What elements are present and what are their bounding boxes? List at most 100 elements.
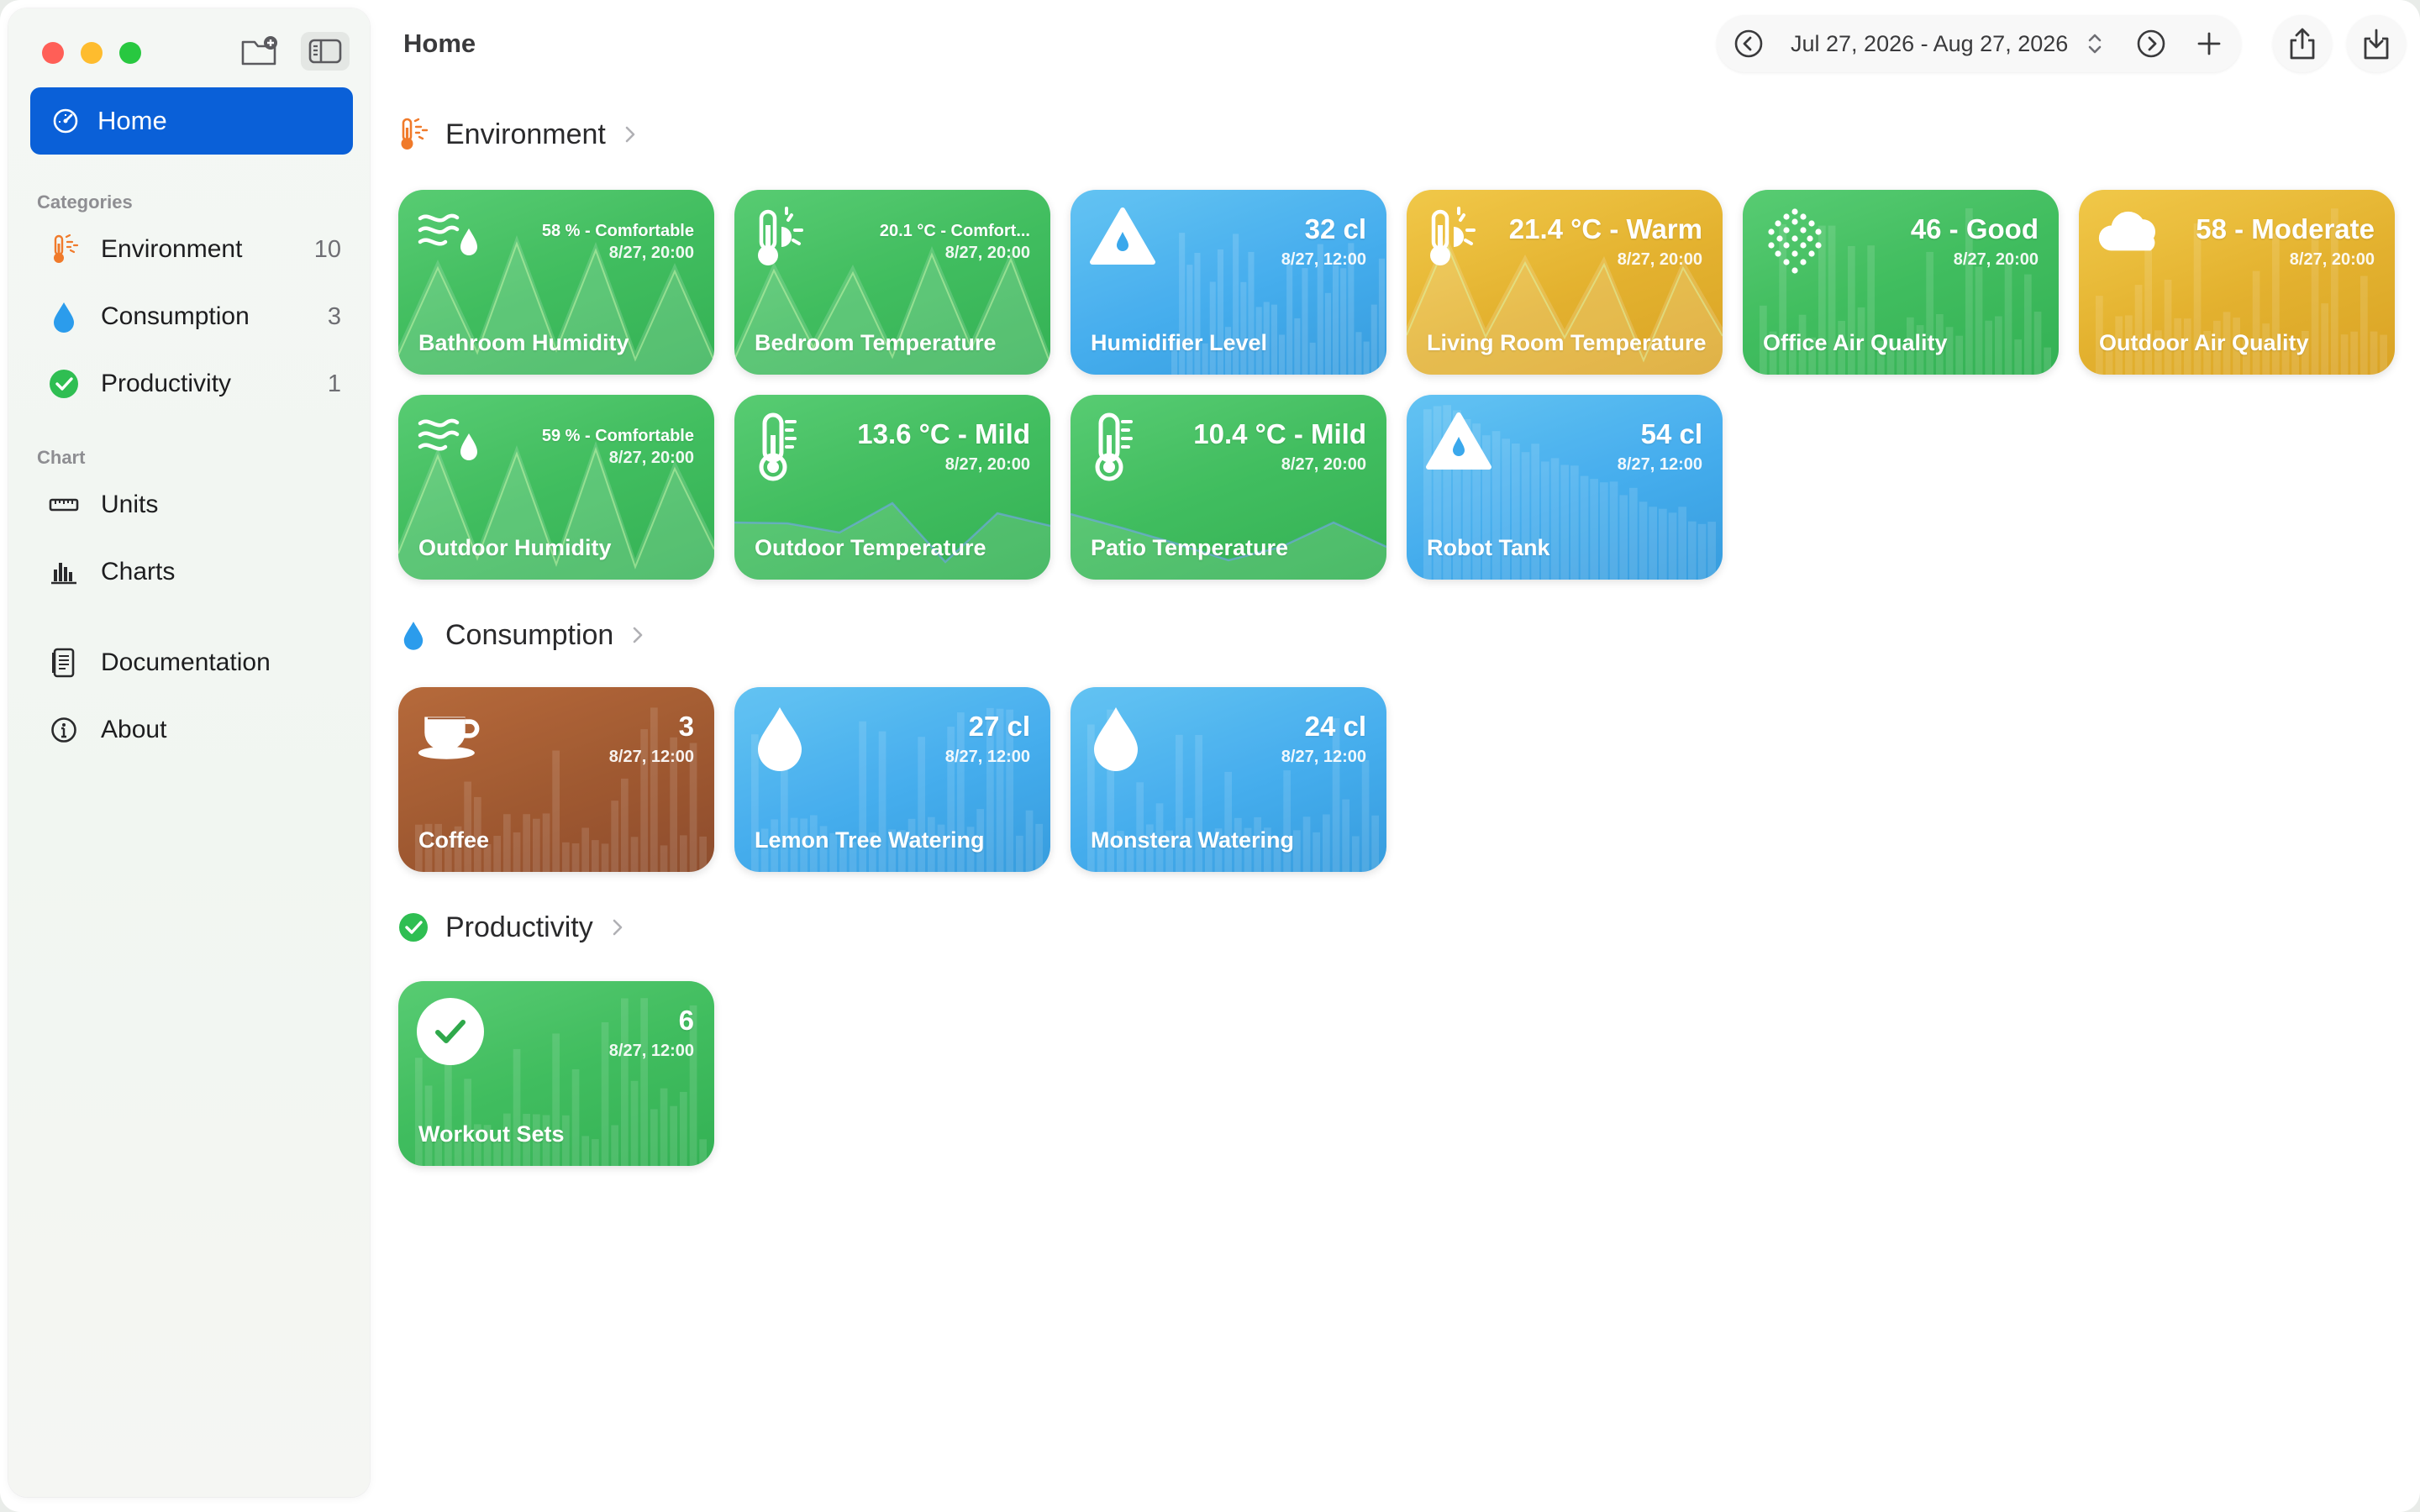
thermometer-sun-icon	[49, 234, 79, 265]
sidebar-item-label: Productivity	[101, 370, 232, 397]
triangle-drop-icon	[1089, 207, 1156, 274]
metric-timestamp: 8/27, 12:00	[608, 748, 694, 766]
close-window-button[interactable]	[42, 42, 64, 64]
metric-card-patio-temperature[interactable]: 10.4 °C - Mild 8/27, 20:00 Patio Temperatu…	[1071, 395, 1386, 580]
import-button[interactable]	[2347, 15, 2406, 72]
drop-icon	[49, 302, 79, 333]
metric-value: 58 % - Comfortable	[541, 222, 694, 240]
sidebar-item-label: Documentation	[101, 648, 271, 676]
drop-icon	[753, 704, 820, 771]
metric-timestamp: 8/27, 12:00	[608, 1042, 694, 1060]
metric-value: 10.4 °C - Mild	[1193, 418, 1366, 449]
triangle-drop-icon	[1425, 412, 1492, 479]
chart-header: Chart	[37, 447, 86, 468]
metric-card-outdoor-air-quality[interactable]: 58 - Moderate 8/27, 20:00 Outdoor Air Qual…	[2079, 190, 2395, 375]
metric-card-workout-sets[interactable]: 6 8/27, 12:00 Workout Sets	[398, 981, 714, 1166]
metric-timestamp: 8/27, 20:00	[2289, 250, 2375, 269]
folder-add-icon	[241, 36, 277, 66]
metric-value: 21.4 °C - Warm	[1508, 213, 1702, 244]
sidebar-item-consumption[interactable]: Consumption 3	[30, 289, 353, 344]
metric-card-bedroom-temperature[interactable]: 20.1 °C - Comfort... 8/27, 20:00 Bedroom T…	[734, 190, 1050, 375]
date-range-selector[interactable]: Jul 27, 2026 - Aug 27, 2026	[1791, 31, 2068, 57]
category-count: 10	[313, 235, 341, 263]
metric-name: Patio Temperature	[1091, 535, 1289, 560]
window-controls	[42, 42, 141, 64]
metric-value: 58 - Moderate	[2196, 213, 2375, 244]
metric-card-humidifier-level[interactable]: 32 cl 8/27, 12:00 Humidifier Level	[1071, 190, 1386, 375]
metric-card-lemon-tree-watering[interactable]: 27 cl 8/27, 12:00 Lemon Tree Watering	[734, 687, 1050, 872]
metric-card-outdoor-humidity[interactable]: 59 % - Comfortable 8/27, 20:00 Outdoor Hum…	[398, 395, 714, 580]
metric-value: 3	[678, 711, 694, 742]
previous-period-button[interactable]	[1732, 27, 1765, 60]
thermometer-icon	[1089, 412, 1156, 481]
dots-icon	[1761, 207, 1828, 274]
metric-value: 54 cl	[1640, 418, 1702, 449]
metric-timestamp: 8/27, 12:00	[944, 748, 1030, 766]
section-header-productivity[interactable]: Productivity	[397, 911, 623, 944]
new-folder-button[interactable]	[235, 32, 284, 71]
checkmark-circle-icon	[417, 998, 484, 1065]
metric-name: Lemon Tree Watering	[755, 827, 985, 853]
metric-name: Office Air Quality	[1763, 330, 1948, 355]
sidebar-item-label: Environment	[101, 235, 243, 263]
metric-value: 46 - Good	[1910, 213, 2039, 244]
metric-card-office-air-quality[interactable]: 46 - Good 8/27, 20:00 Office Air Quality	[1743, 190, 2059, 375]
sidebar-item-charts[interactable]: Charts	[30, 544, 353, 600]
section-title: Consumption	[445, 618, 614, 651]
thermometer-icon	[753, 412, 820, 481]
share-icon	[2290, 28, 2315, 60]
humidity-icon	[417, 412, 484, 479]
minimize-window-button[interactable]	[81, 42, 103, 64]
categories-header: Categories	[37, 192, 133, 213]
gauge-icon	[52, 108, 79, 134]
sidebar-item-home[interactable]: Home	[30, 87, 353, 155]
metric-card-monstera-watering[interactable]: 24 cl 8/27, 12:00 Monstera Watering	[1071, 687, 1386, 872]
category-count: 1	[327, 370, 341, 397]
metric-name: Humidifier Level	[1091, 330, 1268, 355]
next-period-button[interactable]	[2134, 27, 2168, 60]
metric-card-bathroom-humidity[interactable]: 58 % - Comfortable 8/27, 20:00 Bathroom Hu…	[398, 190, 714, 375]
add-button[interactable]	[2192, 27, 2226, 60]
thermometer-sun-icon	[397, 118, 430, 151]
chevron-right-icon	[634, 627, 643, 643]
toggle-sidebar-button[interactable]	[301, 32, 350, 71]
bar-chart-icon	[49, 557, 79, 587]
section-header-environment[interactable]: Environment	[397, 118, 636, 151]
sidebar-item-label: Consumption	[101, 302, 250, 330]
sidebar-item-label: About	[101, 716, 167, 743]
chevron-up-down-icon	[2088, 34, 2102, 54]
sidebar-item-productivity[interactable]: Productivity 1	[30, 356, 353, 412]
drop-icon	[397, 618, 430, 652]
metric-card-outdoor-temperature[interactable]: 13.6 °C - Mild 8/27, 20:00 Outdoor Tempera…	[734, 395, 1050, 580]
app-window: Home Categories Environment 10 Consumpti…	[0, 0, 2420, 1512]
zoom-window-button[interactable]	[119, 42, 141, 64]
chevron-right-icon	[613, 919, 623, 936]
sidebar-item-environment[interactable]: Environment 10	[30, 222, 353, 277]
metric-card-coffee[interactable]: 3 8/27, 12:00 Coffee	[398, 687, 714, 872]
metric-timestamp: 8/27, 20:00	[944, 244, 1030, 262]
share-button[interactable]	[2273, 15, 2332, 72]
metric-name: Robot Tank	[1427, 535, 1550, 560]
sidebar-item-label: Units	[101, 491, 159, 518]
section-header-consumption[interactable]: Consumption	[397, 618, 644, 652]
section-title: Productivity	[445, 911, 593, 943]
metric-name: Bedroom Temperature	[755, 330, 997, 355]
metric-value: 20.1 °C - Comfort...	[879, 222, 1030, 240]
chevron-right-icon	[625, 126, 635, 143]
metric-timestamp: 8/27, 12:00	[1617, 455, 1702, 474]
sidebar-item-documentation[interactable]: Documentation	[30, 635, 353, 690]
metric-timestamp: 8/27, 20:00	[608, 244, 694, 262]
metric-timestamp: 8/27, 12:00	[1281, 250, 1366, 269]
metric-name: Bathroom Humidity	[418, 330, 629, 355]
metric-value: 13.6 °C - Mild	[857, 418, 1030, 449]
thermometer-sun-icon	[753, 207, 820, 274]
sidebar: Home Categories Environment 10 Consumpti…	[8, 8, 370, 1497]
metric-card-robot-tank[interactable]: 54 cl 8/27, 12:00 Robot Tank	[1407, 395, 1723, 580]
sidebar-item-units[interactable]: Units	[30, 477, 353, 533]
sidebar-item-label: Charts	[101, 558, 176, 585]
sidebar-icon	[308, 39, 342, 64]
metric-card-living-room-temperature[interactable]: 21.4 °C - Warm 8/27, 20:00 Living Room Tem…	[1407, 190, 1723, 375]
sidebar-item-about[interactable]: About	[30, 702, 353, 758]
metric-timestamp: 8/27, 12:00	[1281, 748, 1366, 766]
metric-name: Coffee	[418, 827, 490, 853]
